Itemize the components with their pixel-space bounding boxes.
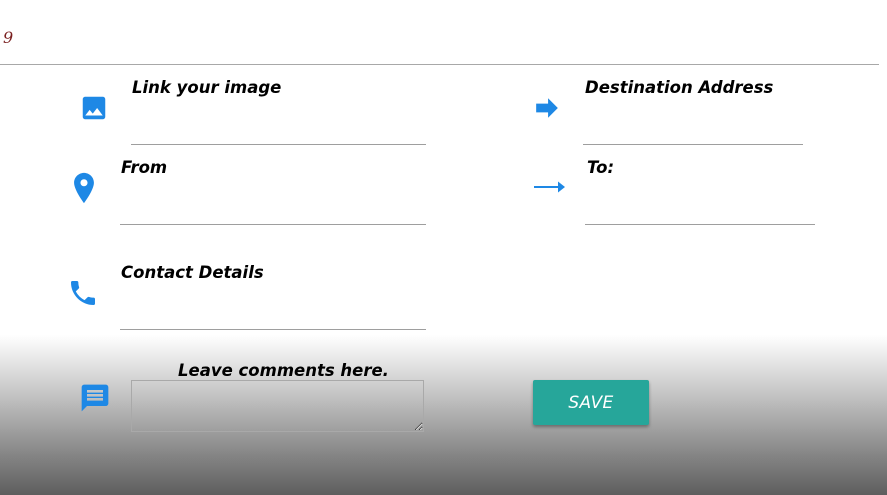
from-input[interactable] — [120, 224, 426, 225]
destination-address-input[interactable] — [583, 144, 803, 145]
header-divider — [0, 64, 879, 65]
phone-icon — [71, 281, 95, 305]
to-label: To: — [587, 158, 615, 177]
location-pin-icon — [74, 172, 94, 204]
comments-label: Leave comments here. — [178, 361, 389, 380]
contact-details-input[interactable] — [120, 329, 426, 330]
save-button[interactable]: SAVE — [533, 380, 649, 425]
comments-textarea[interactable] — [131, 380, 424, 432]
from-label: From — [121, 158, 168, 177]
arrow-forward-icon — [536, 98, 558, 118]
arrow-right-icon — [534, 181, 565, 193]
destination-address-label: Destination Address — [585, 78, 774, 97]
contact-details-label: Contact Details — [121, 263, 264, 282]
image-link-label: Link your image — [132, 78, 282, 97]
image-icon — [82, 96, 106, 120]
to-input[interactable] — [585, 224, 815, 225]
image-link-input[interactable] — [131, 144, 426, 145]
page-number: 9 — [3, 28, 14, 47]
comment-icon — [81, 384, 109, 412]
